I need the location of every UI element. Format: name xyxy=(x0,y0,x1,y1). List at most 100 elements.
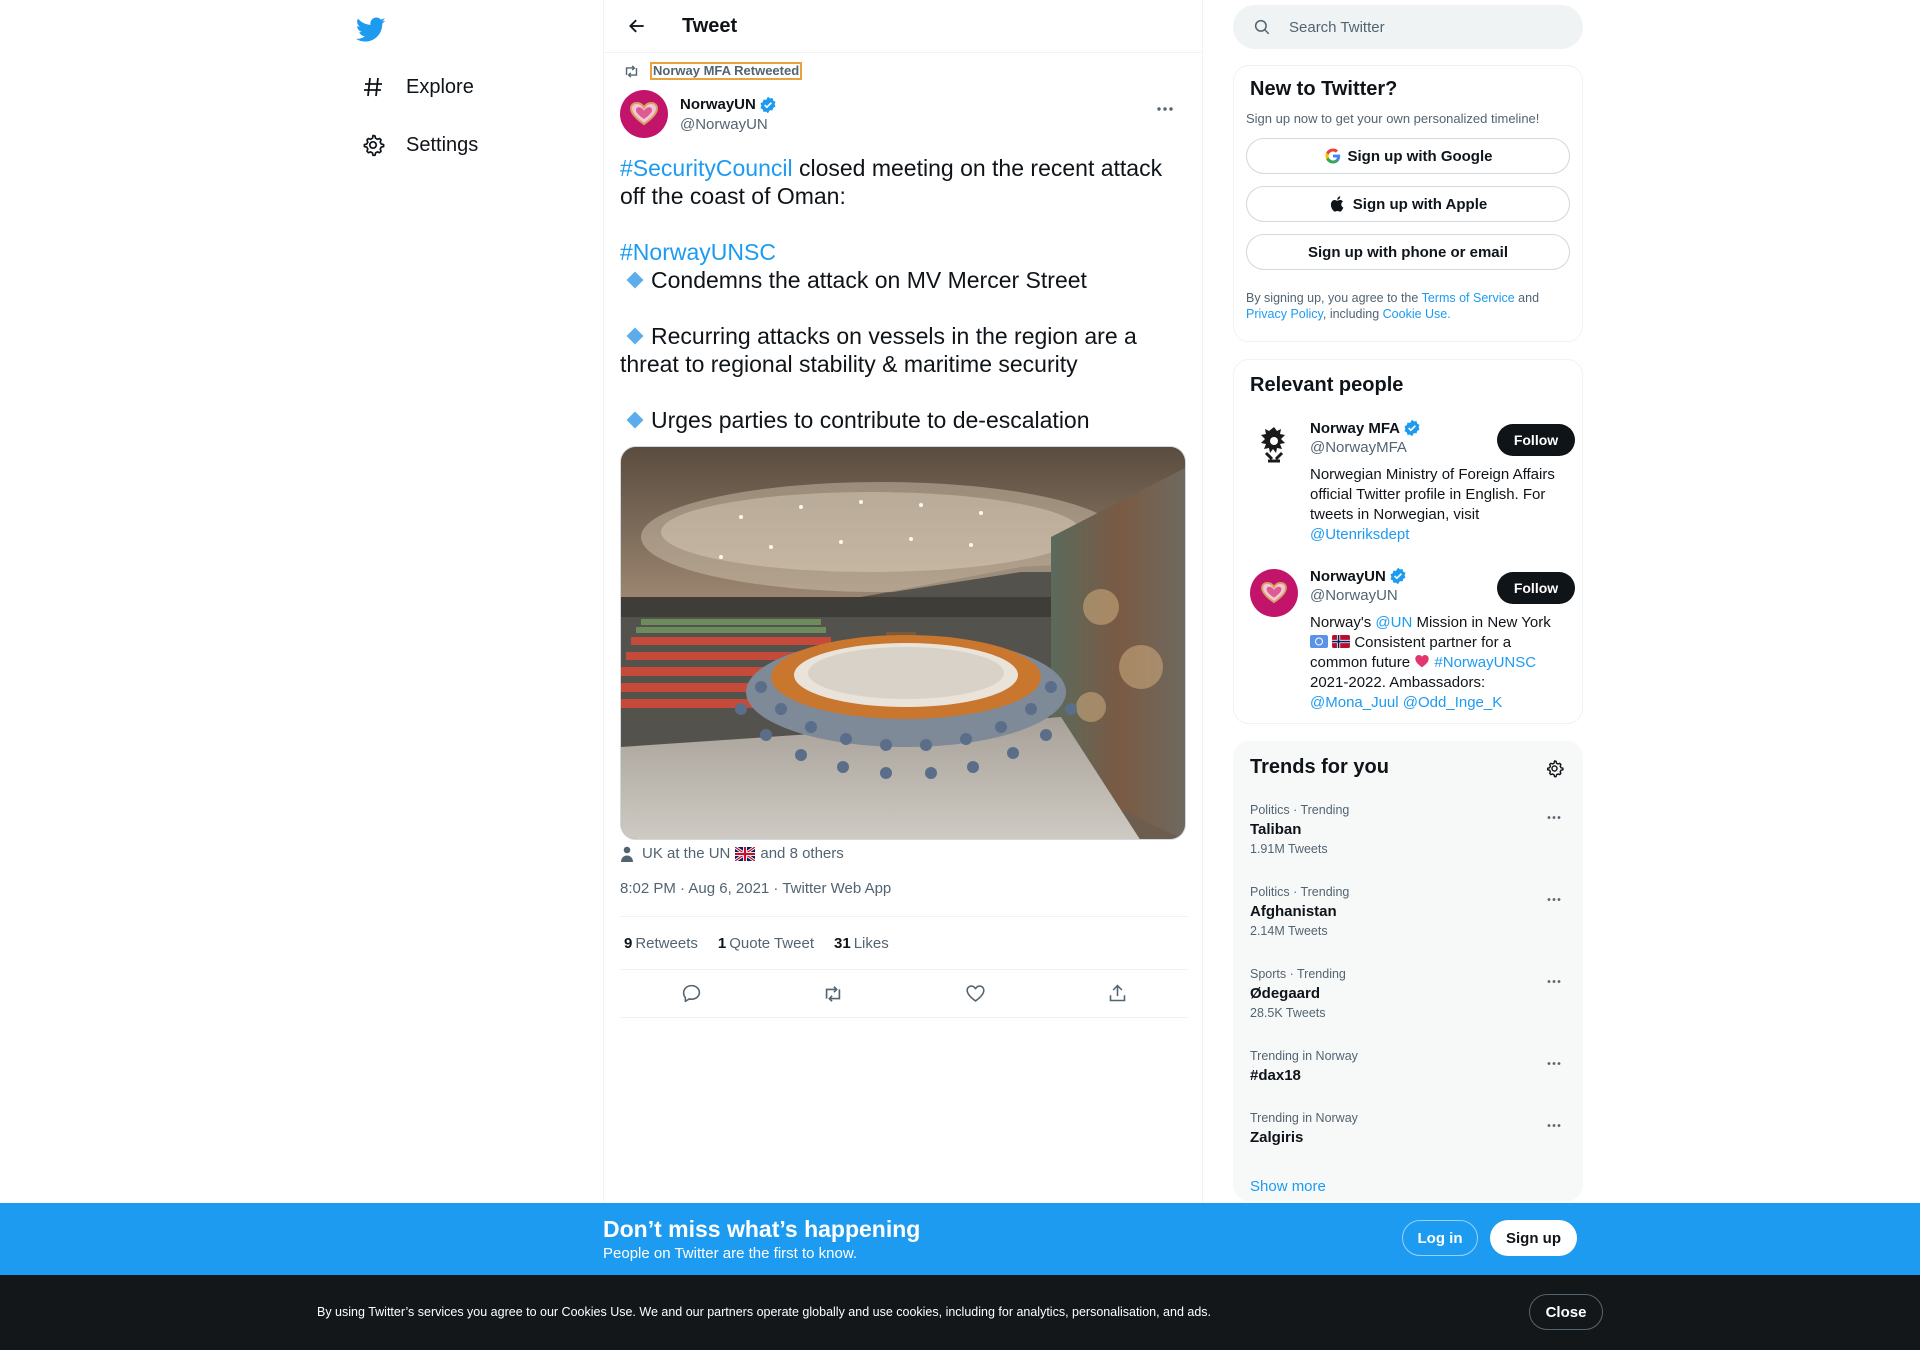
tweet-actions xyxy=(620,970,1188,1018)
retweets-stat[interactable]: 9 Retweets xyxy=(624,935,698,952)
more-options-icon[interactable] xyxy=(1540,803,1568,831)
author-handle[interactable]: @NorwayUN xyxy=(680,116,777,133)
signup-phone-label: Sign up with phone or email xyxy=(1307,243,1508,261)
retweets-count: 9 xyxy=(624,934,633,952)
bio-mention-link[interactable]: @Mona_Juul xyxy=(1310,694,1399,711)
bio-mention-link[interactable]: @Odd_Inge_K xyxy=(1403,694,1502,711)
person-name-text: NorwayUN xyxy=(1310,567,1386,585)
bio-text: 2021-2022. Ambassadors: xyxy=(1310,674,1486,691)
banner-title: Don’t miss what’s happening xyxy=(603,1216,921,1242)
person-handle[interactable]: @NorwayMFA xyxy=(1310,439,1490,456)
nav-settings[interactable]: Settings xyxy=(348,120,490,170)
more-options-icon[interactable] xyxy=(1540,967,1568,995)
retweet-icon[interactable] xyxy=(816,977,850,1011)
trend-count: 28.5K Tweets xyxy=(1250,1006,1326,1020)
retweeted-by-link[interactable]: Norway MFA Retweeted xyxy=(650,62,803,80)
trends-card: Trends for you Politics · Trending Talib… xyxy=(1233,741,1583,1201)
follow-button[interactable]: Follow xyxy=(1497,424,1575,456)
person-name[interactable]: NorwayUN xyxy=(1310,567,1490,585)
card-subtitle: Sign up now to get your own personalized… xyxy=(1246,111,1540,126)
tweet-photo[interactable] xyxy=(620,446,1186,840)
tweet-column: Tweet Norway MFA Retweeted NorwayUN @Nor… xyxy=(603,0,1203,1350)
trend-item[interactable]: Politics · Trending Taliban 1.91M Tweets xyxy=(1250,803,1568,856)
avatar[interactable] xyxy=(620,90,668,138)
nav-explore[interactable]: Explore xyxy=(348,62,486,112)
page-title: Tweet xyxy=(682,14,738,37)
relevant-people-card: Relevant people Norway MFA @NorwayMFA No… xyxy=(1233,359,1583,724)
tweet-text: #SecurityCouncil closed meeting on the r… xyxy=(620,154,1188,434)
cookie-bar: By using Twitter’s services you agree to… xyxy=(0,1275,1920,1350)
trend-item[interactable]: Trending in Norway Zalgiris xyxy=(1250,1111,1568,1146)
reply-icon[interactable] xyxy=(674,977,708,1011)
signup-phone-button[interactable]: Sign up with phone or email xyxy=(1246,234,1570,270)
bio-mention-link[interactable]: @Utenriksdept xyxy=(1310,526,1409,543)
tweet-timestamp[interactable]: 8:02 PM · Aug 6, 2021 · Twitter Web App xyxy=(620,880,891,897)
trend-context: Politics · Trending xyxy=(1250,885,1350,899)
signup-button[interactable]: Sign up xyxy=(1490,1220,1577,1256)
signup-apple-label: Sign up with Apple xyxy=(1352,195,1488,213)
likes-stat[interactable]: 31 Likes xyxy=(834,935,889,952)
banner-subtitle: People on Twitter are the first to know. xyxy=(603,1245,858,1262)
hashtag-link[interactable]: #NorwayUNSC xyxy=(620,239,776,265)
login-button[interactable]: Log in xyxy=(1402,1220,1478,1256)
heart-emoji-icon xyxy=(1415,654,1429,668)
bio-hashtag-link[interactable]: #NorwayUNSC xyxy=(1434,654,1536,671)
signup-google-button[interactable]: Sign up with Google xyxy=(1246,138,1570,174)
un-flag-icon xyxy=(1310,635,1328,648)
tweet-bullet: Condemns the attack on MV Mercer Street xyxy=(651,267,1087,293)
person-bio: Norwegian Ministry of Foreign Affairs of… xyxy=(1310,465,1572,545)
person-name-text: Norway MFA xyxy=(1310,419,1401,437)
terms-of-service-link[interactable]: Terms of Service xyxy=(1422,291,1515,305)
trend-context: Sports · Trending xyxy=(1250,967,1346,981)
trend-item[interactable]: Politics · Trending Afghanistan 2.14M Tw… xyxy=(1250,885,1568,938)
search-input[interactable] xyxy=(1289,18,1549,36)
trend-item[interactable]: Trending in Norway #dax18 xyxy=(1250,1049,1568,1084)
nav-explore-label: Explore xyxy=(406,75,474,98)
author-name[interactable]: NorwayUN xyxy=(680,96,777,114)
tweet-bullet: Urges parties to contribute to de-escala… xyxy=(651,407,1090,433)
trend-context: Politics · Trending xyxy=(1250,803,1350,817)
nav-settings-label: Settings xyxy=(406,133,479,156)
trend-context: Trending in Norway xyxy=(1250,1111,1358,1125)
bio-text: Norway's xyxy=(1310,614,1376,631)
more-options-icon[interactable] xyxy=(1150,94,1180,124)
verified-badge-icon xyxy=(1403,419,1421,437)
quotes-label: Quote Tweet xyxy=(729,934,814,952)
trend-name: Ødegaard xyxy=(1250,985,1321,1002)
likes-count: 31 xyxy=(834,934,851,952)
twitter-logo-icon[interactable] xyxy=(351,10,391,50)
like-heart-icon[interactable] xyxy=(958,977,992,1011)
follow-button[interactable]: Follow xyxy=(1497,572,1575,604)
trends-title: Trends for you xyxy=(1250,756,1389,778)
more-options-icon[interactable] xyxy=(1540,1049,1568,1077)
person-handle[interactable]: @NorwayUN xyxy=(1310,587,1490,604)
norway-flag-icon xyxy=(1332,635,1351,648)
show-more-link[interactable]: Show more xyxy=(1250,1178,1326,1195)
close-button[interactable]: Close xyxy=(1529,1294,1603,1330)
person-name[interactable]: Norway MFA xyxy=(1310,419,1490,437)
bio-mention-link[interactable]: @UN xyxy=(1375,614,1412,631)
more-options-icon[interactable] xyxy=(1540,1111,1568,1139)
signup-apple-button[interactable]: Sign up with Apple xyxy=(1246,186,1570,222)
share-icon[interactable] xyxy=(1100,977,1134,1011)
quote-tweets-stat[interactable]: 1 Quote Tweet xyxy=(718,935,814,952)
signup-google-label: Sign up with Google xyxy=(1347,147,1493,165)
uk-flag-icon xyxy=(734,845,757,862)
tagged-users[interactable]: UK at the UN and 8 others xyxy=(620,845,844,862)
relevant-people-title: Relevant people xyxy=(1250,374,1404,396)
more-options-icon[interactable] xyxy=(1540,885,1568,913)
person-icon xyxy=(620,846,636,862)
likes-label: Likes xyxy=(853,934,889,952)
search-bar[interactable] xyxy=(1233,5,1583,49)
privacy-policy-link[interactable]: Privacy Policy xyxy=(1246,307,1323,321)
trends-settings-gear-icon[interactable] xyxy=(1542,756,1566,780)
verified-badge-icon xyxy=(759,96,777,114)
hashtag-link[interactable]: #SecurityCouncil xyxy=(620,155,793,181)
trend-item[interactable]: Sports · Trending Ødegaard 28.5K Tweets xyxy=(1250,967,1568,1020)
terms-text: , including xyxy=(1322,307,1383,321)
avatar[interactable] xyxy=(1250,421,1298,469)
avatar[interactable] xyxy=(1250,569,1298,617)
cookie-use-link[interactable]: Cookie Use. xyxy=(1383,307,1451,321)
back-arrow-icon[interactable] xyxy=(620,9,654,43)
trend-name: #dax18 xyxy=(1250,1067,1301,1084)
